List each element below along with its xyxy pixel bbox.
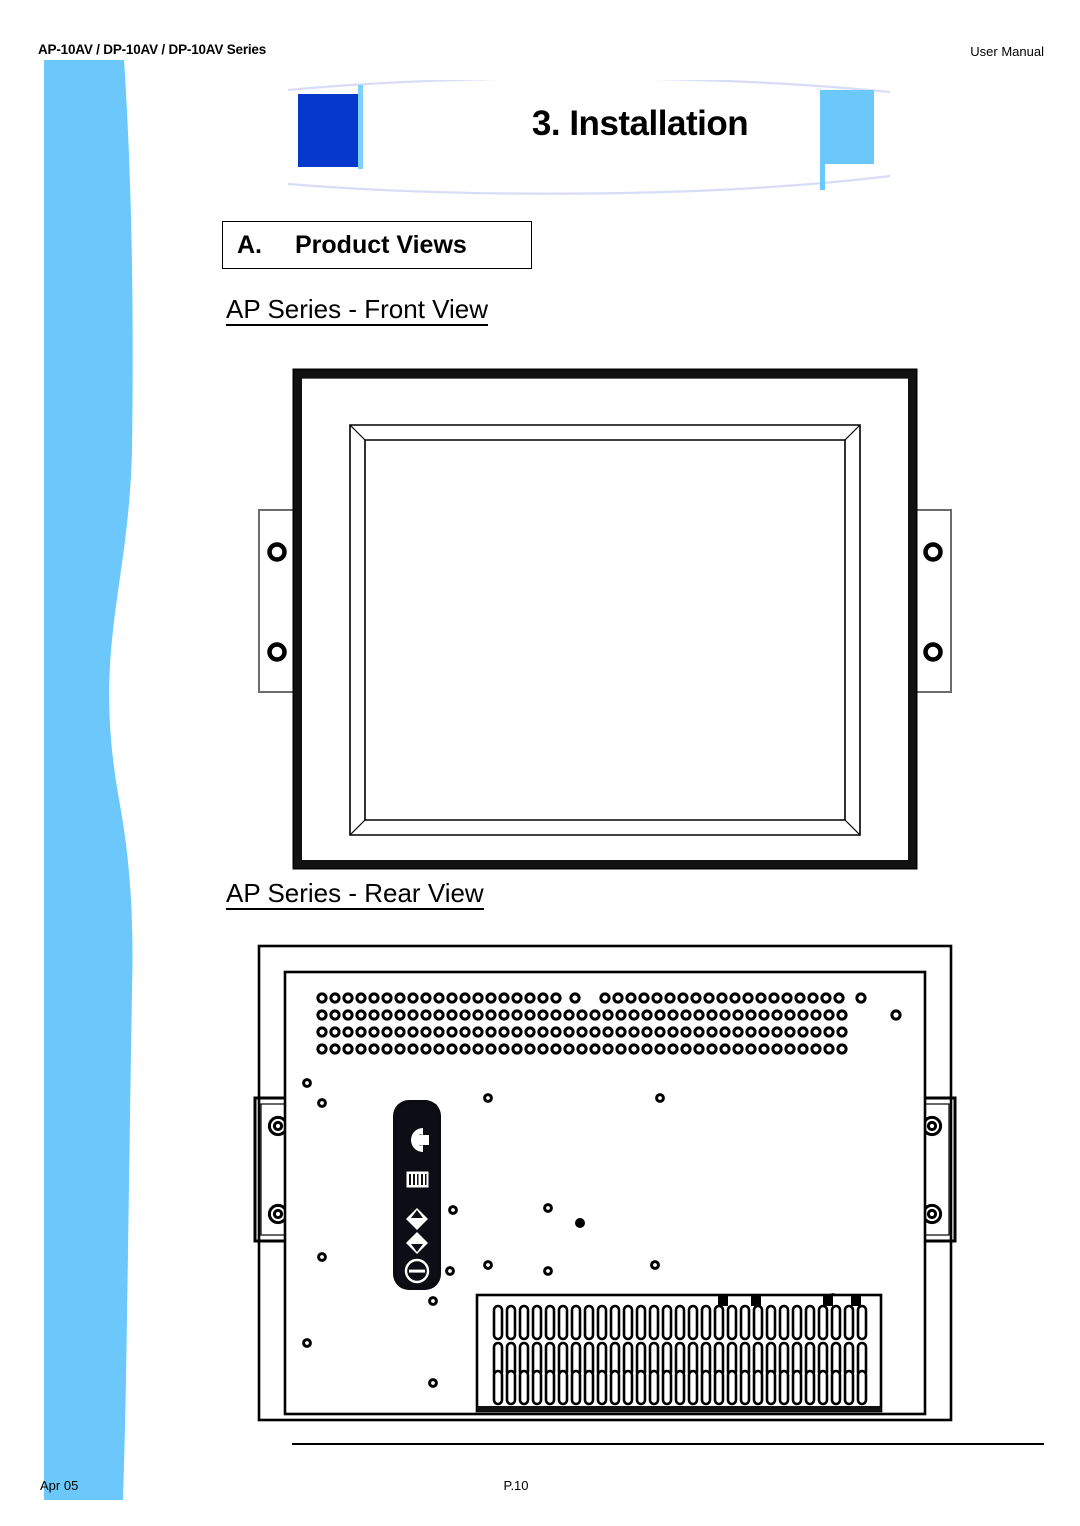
footer-rule [292, 1443, 1044, 1445]
bottom-ventilation-grille [475, 1293, 883, 1413]
section-letter: A. [237, 230, 262, 259]
footer-page-number: P.10 [503, 1478, 529, 1493]
section-heading-box: A. Product Views [222, 221, 532, 269]
menu-bars-icon [406, 1171, 429, 1188]
header-model-series: AP-10AV / DP-10AV / DP-10AV Series [38, 42, 267, 57]
osd-control-strip [393, 1100, 441, 1290]
manual-page: AP-10AV / DP-10AV / DP-10AV Series User … [0, 0, 1080, 1526]
inner-display-bezel [349, 424, 861, 836]
right-mounting-bracket [912, 509, 952, 693]
chapter-banner: 3. Installation [280, 80, 900, 195]
decorative-side-band [0, 60, 190, 1500]
chapter-title: 3. Installation [531, 104, 749, 143]
subheading-front-view: AP Series - Front View [226, 295, 489, 327]
subheading-rear-view: AP Series - Rear View [226, 879, 484, 911]
figure-rear-view [245, 940, 965, 1430]
left-mounting-bracket [258, 509, 298, 693]
section-title: Product Views [295, 230, 467, 259]
header-doc-type: User Manual [970, 44, 1044, 59]
figure-front-view [245, 360, 965, 880]
